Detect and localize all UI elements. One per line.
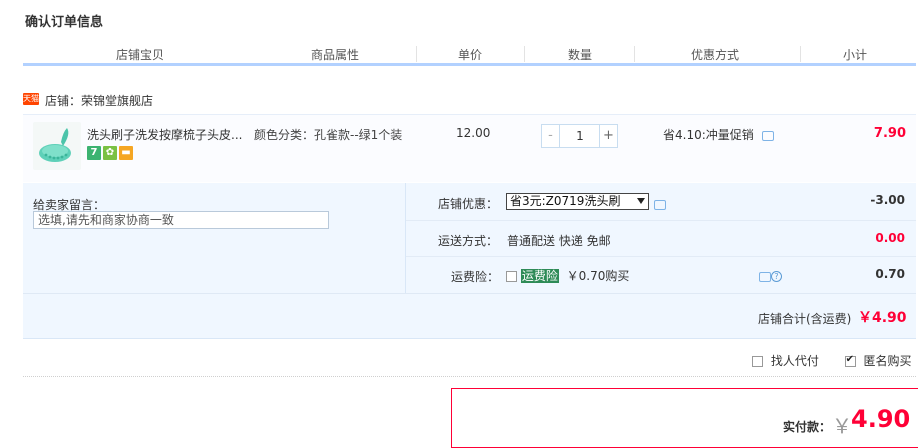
col-header-attribute: 商品属性 — [310, 48, 359, 62]
seller-message-input[interactable]: 选填,请先和商家协商一致 — [33, 211, 329, 229]
insurance-label: 运费险： — [451, 270, 500, 284]
col-divider — [634, 46, 635, 62]
order-item-row — [23, 114, 916, 182]
col-divider — [524, 46, 525, 62]
shop-discount-select[interactable]: 省3元:Z0719洗头刷 — [506, 193, 649, 210]
col-header-price: 单价 — [457, 48, 482, 62]
col-header-subtotal: 小计 — [842, 48, 867, 62]
quality-guarantee-icon[interactable]: ✿ — [103, 146, 117, 160]
page-title: 确认订单信息 — [25, 15, 104, 30]
shop-discount-label: 店铺优惠： — [438, 197, 499, 211]
chat-icon[interactable] — [759, 271, 771, 282]
anonymous-checkbox[interactable] — [844, 354, 856, 367]
service-badges: 7 ✿ ▬ — [87, 146, 135, 162]
quantity-input[interactable]: 1 — [560, 124, 600, 148]
shop-discount-value: -3.00 — [870, 193, 905, 207]
shop-total-label: 店铺合计(含运费) — [758, 312, 852, 326]
insurance-option: 运费险 ￥0.70购买 — [506, 267, 629, 284]
col-divider — [416, 46, 417, 62]
promotion-info: 省4.10:冲量促销 — [663, 126, 774, 143]
chat-icon[interactable] — [654, 199, 666, 210]
shipping-label: 运送方式： — [438, 234, 499, 248]
payment-label: 实付款： — [783, 420, 832, 434]
chat-icon[interactable] — [761, 130, 774, 141]
shop-total-value: ￥4.90 — [858, 310, 907, 326]
unit-price: 12.00 — [456, 126, 491, 140]
col-divider — [800, 46, 801, 62]
divider — [23, 376, 916, 377]
insurance-checkbox[interactable] — [506, 271, 517, 282]
insurance-price: ￥0.70购买 — [566, 269, 630, 283]
dropdown-arrow-icon — [637, 198, 645, 204]
payment-currency: ￥ — [832, 414, 852, 438]
proxy-pay-checkbox[interactable] — [752, 356, 763, 367]
options-row-divider — [23, 293, 916, 294]
options-row-divider — [406, 220, 916, 221]
seven-day-return-icon[interactable]: 7 — [87, 146, 101, 160]
credit-card-icon[interactable]: ▬ — [119, 146, 133, 160]
promotion-text: 省4.10:冲量促销 — [663, 128, 754, 142]
shop-name-link[interactable]: 店铺：荣锦堂旗舰店 — [45, 92, 153, 109]
extra-options: 找人代付 匿名购买 — [752, 352, 912, 369]
options-divider — [405, 183, 406, 293]
insurance-value: 0.70 — [875, 267, 905, 281]
help-icon[interactable]: ? — [771, 271, 782, 282]
shop-discount-selected: 省3元:Z0719洗头刷 — [510, 194, 621, 208]
product-attribute: 颜色分类：孔雀款--绿1个装 — [254, 128, 403, 142]
proxy-pay-label[interactable]: 找人代付 — [771, 354, 819, 368]
col-header-promotion: 优惠方式 — [690, 48, 739, 62]
header-divider — [23, 63, 916, 66]
product-thumbnail-image — [39, 128, 71, 162]
item-subtotal: 7.90 — [873, 126, 906, 141]
options-row-divider — [406, 256, 916, 257]
quantity-decrease-button[interactable]: - — [541, 124, 560, 148]
shipping-value: 0.00 — [875, 231, 905, 245]
insurance-name: 运费险 — [520, 269, 559, 283]
col-header-item: 店铺宝贝 — [115, 48, 164, 62]
insurance-help: ? — [759, 269, 782, 283]
col-header-quantity: 数量 — [567, 48, 592, 62]
quantity-increase-button[interactable]: + — [599, 124, 618, 148]
anonymous-label[interactable]: 匿名购买 — [864, 354, 912, 368]
product-title-link[interactable]: 洗头刷子洗发按摩梳子头皮... — [87, 126, 247, 143]
payment-amount: 4.90 — [851, 405, 911, 433]
product-thumbnail[interactable] — [33, 122, 81, 170]
tmall-shop-icon: 天猫 — [23, 93, 39, 105]
shipping-method: 普通配送 快递 免邮 — [507, 234, 611, 248]
